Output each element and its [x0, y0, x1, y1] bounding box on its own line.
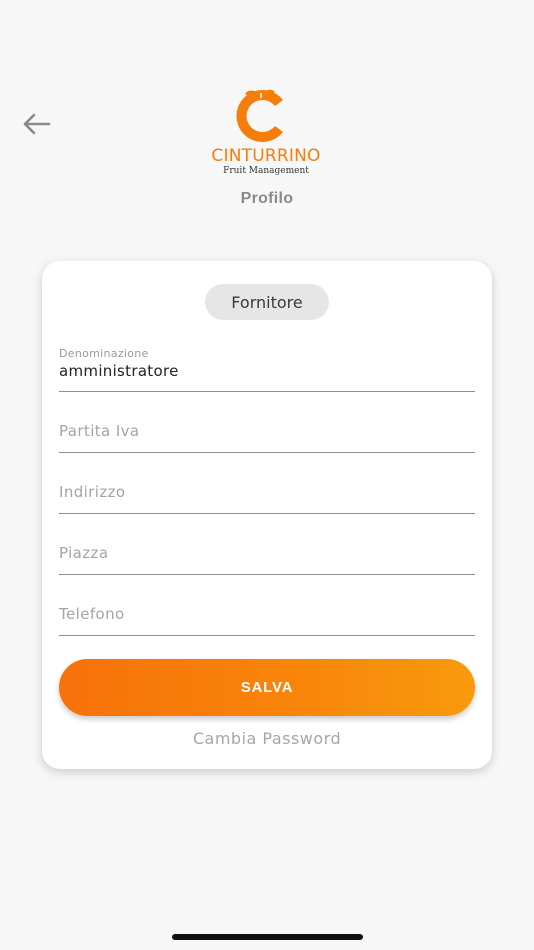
brand-name: CINTURRINO — [211, 146, 321, 166]
home-indicator[interactable] — [172, 934, 363, 940]
denominazione-value: amministratore — [59, 362, 179, 380]
telefono-field[interactable]: Telefono — [59, 591, 475, 636]
indirizzo-field[interactable]: Indirizzo — [59, 469, 475, 514]
save-button[interactable]: SALVA — [59, 659, 475, 716]
denominazione-label: Denominazione — [59, 347, 149, 360]
telefono-placeholder: Telefono — [59, 605, 125, 623]
logo-mark-icon — [236, 89, 283, 142]
brand-logo: CINTURRINO Fruit Management — [196, 88, 336, 180]
partita-iva-placeholder: Partita Iva — [59, 422, 140, 440]
partita-iva-field[interactable]: Partita Iva — [59, 408, 475, 453]
change-password-link[interactable]: Cambia Password — [42, 729, 492, 748]
piazza-field[interactable]: Piazza — [59, 530, 475, 575]
role-chip: Fornitore — [205, 284, 329, 320]
indirizzo-placeholder: Indirizzo — [59, 483, 126, 501]
page-title: Profilo — [240, 190, 294, 207]
profile-form-card: Fornitore Denominazione amministratore P… — [42, 261, 492, 769]
profile-screen: CINTURRINO Fruit Management Profilo Forn… — [0, 0, 534, 950]
brand-tagline: Fruit Management — [223, 166, 309, 176]
denominazione-field[interactable]: Denominazione amministratore — [59, 347, 475, 392]
back-button[interactable] — [18, 106, 54, 142]
piazza-placeholder: Piazza — [59, 544, 109, 562]
arrow-left-icon — [23, 113, 51, 135]
